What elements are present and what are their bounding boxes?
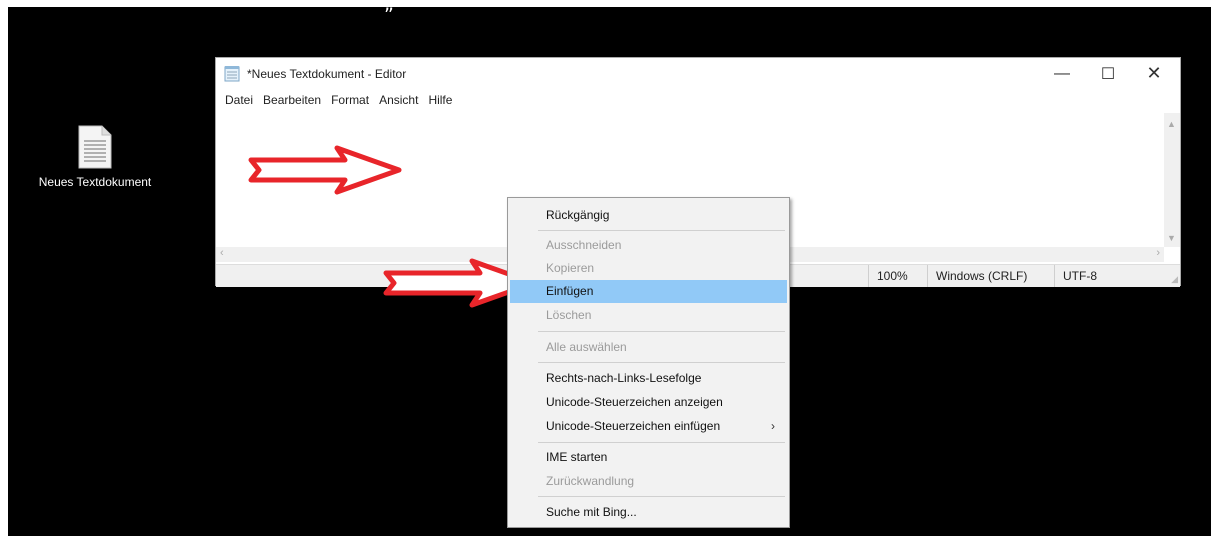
maximize-icon: ☐: [1100, 65, 1116, 83]
desktop: „ Neues Textdokument *Neues Textdokument…: [8, 7, 1211, 536]
menu-item-show-unicode[interactable]: Unicode-Steuerzeichen anzeigen: [510, 391, 787, 414]
scroll-down-icon[interactable]: ▼: [1167, 233, 1176, 243]
menu-separator: [538, 496, 785, 497]
chevron-right-icon: ›: [771, 419, 775, 433]
line-ending: Windows (CRLF): [927, 265, 1054, 287]
menu-datei[interactable]: Datei: [220, 91, 258, 111]
resize-grip-icon[interactable]: ◢: [1171, 274, 1178, 285]
menu-item-alle-auswaehlen[interactable]: Alle auswählen: [510, 336, 787, 359]
menu-bearbeiten[interactable]: Bearbeiten: [258, 91, 326, 111]
title-bar[interactable]: *Neues Textdokument - Editor — ☐ ✕: [216, 58, 1180, 89]
menu-separator: [538, 230, 785, 231]
menu-item-ime-starten[interactable]: IME starten: [510, 446, 787, 469]
menu-hilfe[interactable]: Hilfe: [423, 91, 457, 111]
minimize-button[interactable]: —: [1039, 58, 1085, 89]
menu-format[interactable]: Format: [326, 91, 374, 111]
scroll-up-icon[interactable]: ▲: [1167, 119, 1176, 129]
zoom-level: 100%: [868, 265, 927, 287]
red-arrow-icon: [248, 145, 402, 195]
notepad-icon: [224, 66, 240, 82]
menu-item-bing-search[interactable]: Suche mit Bing...: [510, 501, 787, 524]
menu-item-ausschneiden[interactable]: Ausschneiden: [510, 234, 787, 257]
menu-separator: [538, 442, 785, 443]
vertical-scrollbar[interactable]: ▲ ▼: [1164, 113, 1180, 247]
top-caption: „: [384, 7, 394, 15]
minimize-icon: —: [1054, 64, 1070, 82]
menu-separator: [538, 362, 785, 363]
menu-item-insert-unicode[interactable]: Unicode-Steuerzeichen einfügen ›: [510, 415, 787, 438]
encoding: UTF-8: [1054, 265, 1173, 287]
desktop-icon-label: Neues Textdokument: [38, 175, 152, 189]
menu-ansicht[interactable]: Ansicht: [374, 91, 423, 111]
menu-item-kopieren[interactable]: Kopieren: [510, 257, 787, 280]
scroll-right-icon[interactable]: ›: [1156, 247, 1160, 259]
menu-item-rtl-reading[interactable]: Rechts-nach-Links-Lesefolge: [510, 367, 787, 390]
close-button[interactable]: ✕: [1131, 58, 1177, 89]
close-icon: ✕: [1146, 63, 1162, 83]
window-title: *Neues Textdokument - Editor: [247, 67, 407, 81]
menu-item-label: Unicode-Steuerzeichen einfügen: [546, 419, 721, 433]
desktop-file-shortcut[interactable]: Neues Textdokument: [30, 125, 160, 189]
menu-item-loeschen[interactable]: Löschen: [510, 304, 787, 327]
maximize-button[interactable]: ☐: [1085, 58, 1131, 89]
menu-item-einfuegen[interactable]: Einfügen: [510, 280, 787, 303]
scroll-left-icon[interactable]: ‹: [220, 247, 224, 259]
menu-separator: [538, 331, 785, 332]
text-file-icon: [78, 125, 112, 169]
context-menu: Rückgängig Ausschneiden Kopieren Einfüge…: [507, 197, 790, 528]
menu-item-rueckgaengig[interactable]: Rückgängig: [510, 204, 787, 227]
menu-item-zurueckwandlung[interactable]: Zurückwandlung: [510, 470, 787, 493]
menu-bar: Datei Bearbeiten Format Ansicht Hilfe: [220, 91, 457, 111]
